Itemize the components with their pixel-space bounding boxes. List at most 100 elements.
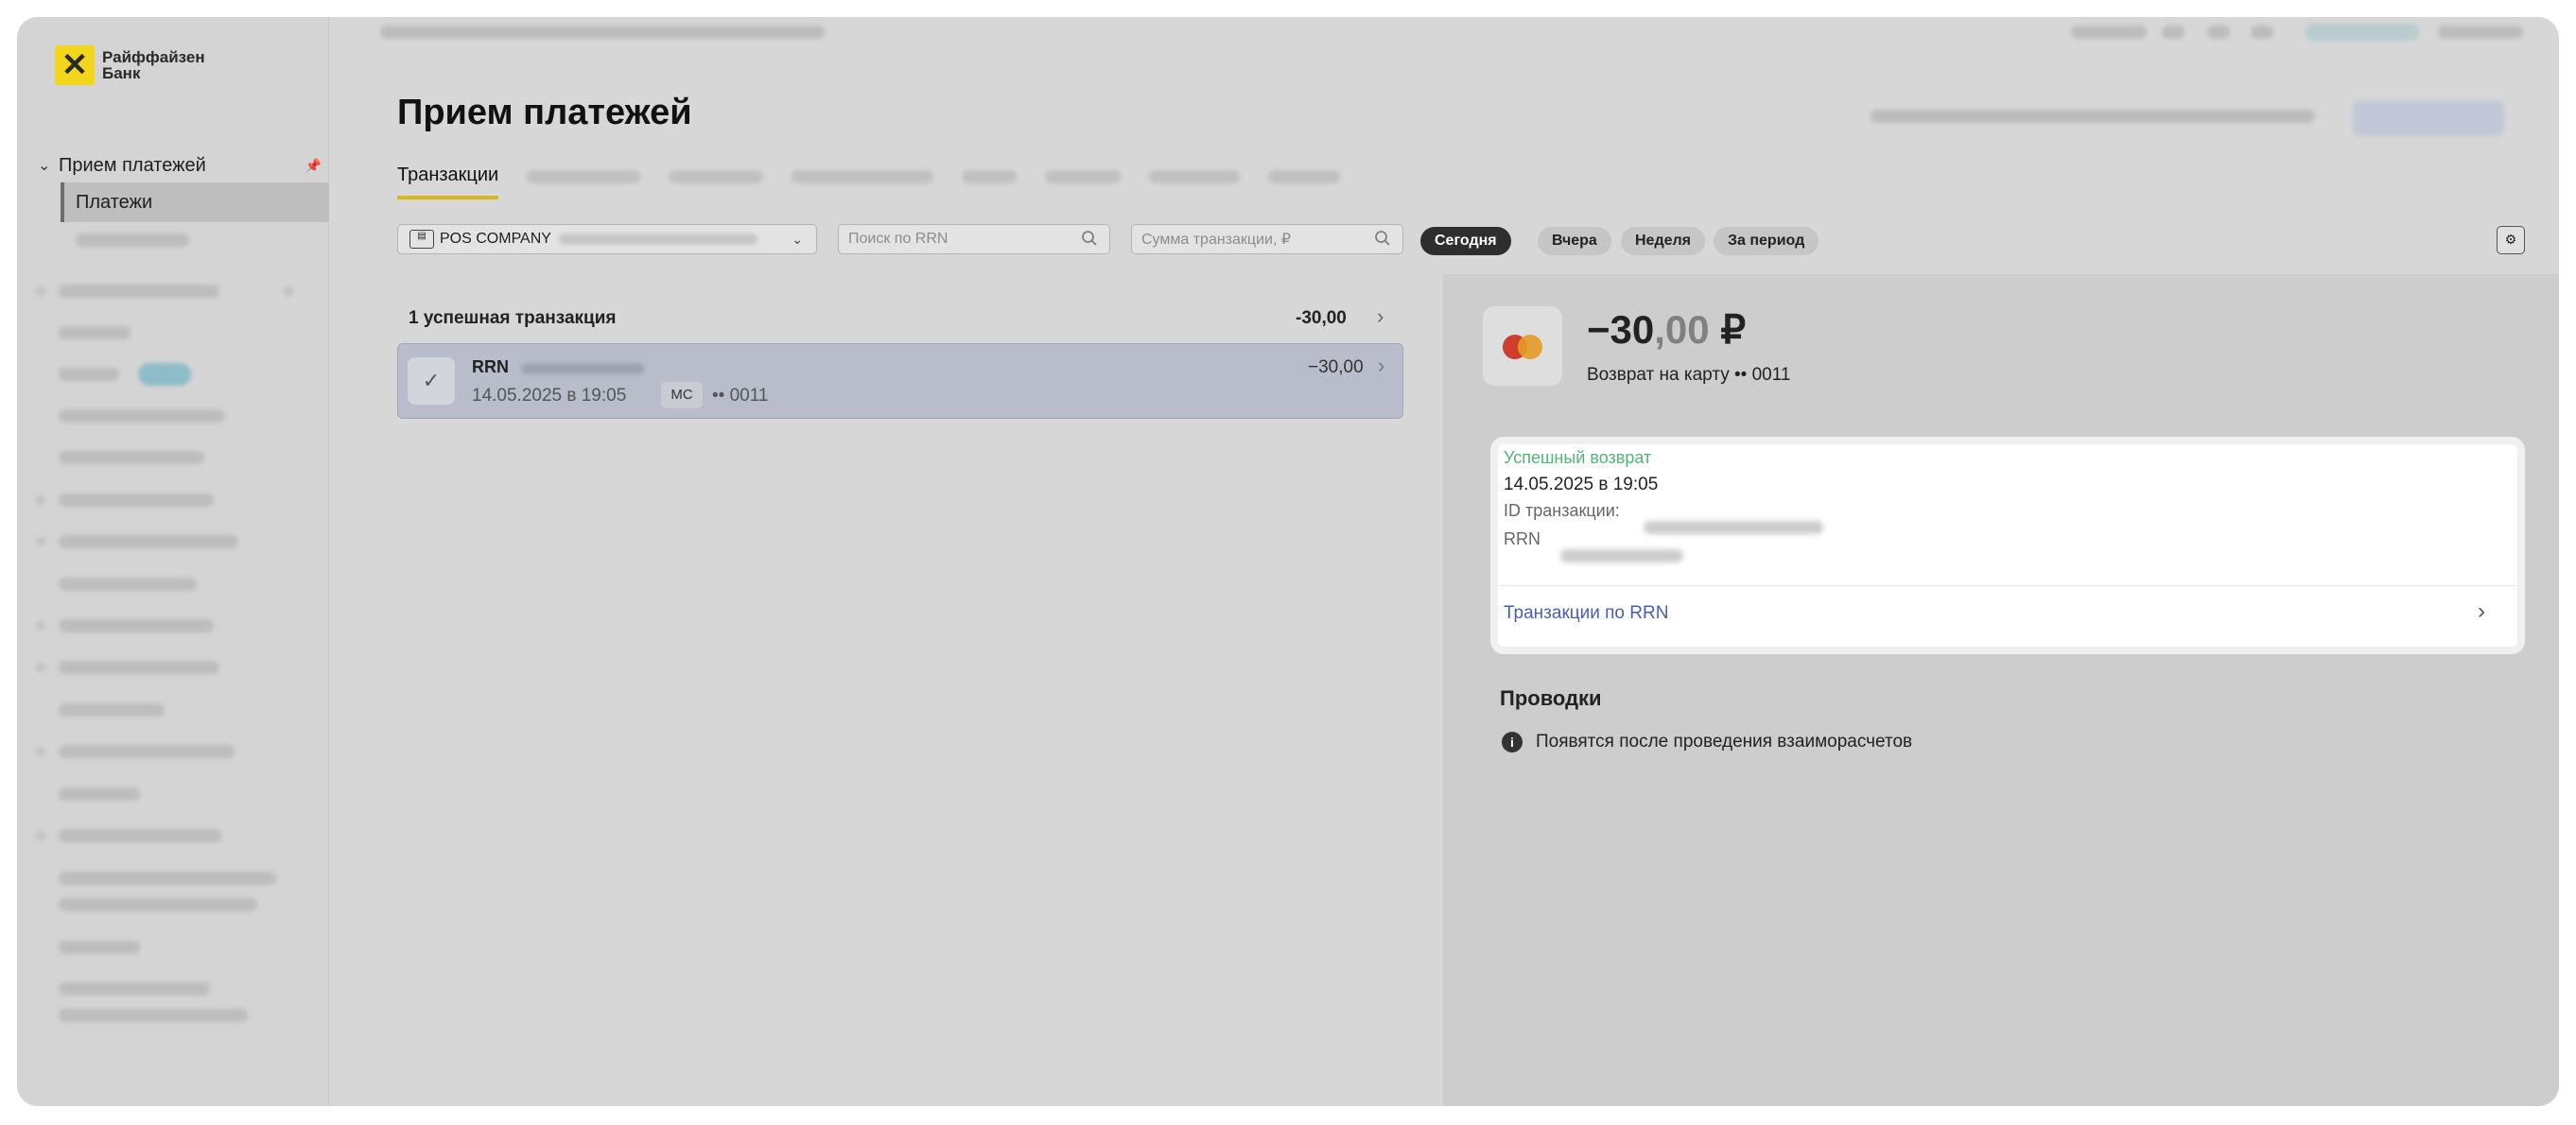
sidebar-item-blurred-chevron — [36, 286, 45, 296]
sidebar: ✕ Райффайзен Банк ⌄ Прием платежей 📌 Пла… — [17, 17, 329, 1106]
chevron-right-icon[interactable]: › — [2478, 598, 2485, 625]
sidebar-item-blurred-chevron — [36, 495, 45, 505]
tab-blurred[interactable] — [1045, 170, 1122, 183]
tab-blurred[interactable] — [962, 170, 1018, 183]
terminal-select-value: POS COMPANY — [440, 231, 551, 247]
filters-bar: ▤ POS COMPANY ⌄ Поиск по RRN Сумма транз… — [397, 224, 2525, 255]
postings-info-text: Появятся после проведения взаиморасчетов — [1536, 732, 1913, 752]
terminal-details-blurred — [558, 234, 757, 245]
user-menu-blurred[interactable] — [2438, 26, 2523, 39]
payment-system-badge: MC — [661, 382, 703, 408]
details-subtitle: Возврат на карту •• 0011 — [1587, 365, 1791, 385]
tab-blurred[interactable] — [1149, 170, 1241, 183]
rrn-search-input[interactable]: Поиск по RRN — [838, 224, 1110, 254]
tab-blurred[interactable] — [527, 170, 641, 183]
details-panel — [1443, 274, 2559, 1106]
sidebar-section-label: Прием платежей — [59, 154, 206, 176]
sidebar-item-blurred[interactable] — [59, 493, 214, 507]
details-rrn-value-blurred — [1560, 549, 1683, 562]
sidebar-item-blurred-chevron — [36, 831, 45, 840]
logo-text: Райффайзен Банк — [102, 48, 205, 82]
tabs: Транзакции — [397, 164, 1341, 199]
sidebar-item-blurred-chevron — [36, 537, 45, 546]
sidebar-section-payments[interactable]: ⌄ Прием платежей 📌 — [38, 151, 322, 180]
divider — [1500, 585, 2515, 586]
chevron-down-icon: ⌄ — [792, 231, 803, 247]
sidebar-item-blurred[interactable] — [59, 619, 214, 632]
details-amount: −30,00 ₽ — [1587, 307, 1747, 352]
breadcrumb-blurred[interactable] — [380, 26, 825, 39]
app-window: ✕ Райффайзен Банк ⌄ Прием платежей 📌 Пла… — [17, 17, 2559, 1106]
tab-blurred[interactable] — [1268, 170, 1341, 183]
sidebar-item-blurred[interactable] — [59, 898, 257, 911]
transactions-summary: 1 успешная транзакция — [409, 308, 617, 328]
postings-title: Проводки — [1500, 686, 1602, 710]
terminal-select[interactable]: ▤ POS COMPANY ⌄ — [397, 224, 817, 254]
transaction-datetime: 14.05.2025 в 19:05 — [472, 386, 627, 406]
tab-blurred[interactable] — [669, 170, 764, 183]
logo[interactable]: ✕ Райффайзен Банк — [55, 45, 205, 85]
sidebar-item-blurred[interactable] — [59, 578, 197, 591]
mastercard-icon-overlap — [1518, 335, 1542, 359]
sidebar-item-payments[interactable]: Платежи — [61, 182, 329, 222]
period-chip-today[interactable]: Сегодня — [1420, 227, 1511, 255]
header-button-blurred[interactable] — [2306, 24, 2419, 41]
sidebar-item-blurred-chevron — [36, 621, 45, 631]
sidebar-item-blurred[interactable] — [59, 285, 219, 298]
filter-settings-button[interactable]: ⚙ — [2497, 226, 2525, 254]
sidebar-item-blurred[interactable] — [76, 234, 189, 247]
sidebar-item-blurred[interactable] — [59, 326, 131, 339]
chevron-down-icon: ⌄ — [38, 158, 51, 174]
transaction-card: •• 0011 — [712, 386, 769, 406]
logo-icon: ✕ — [55, 45, 95, 85]
sidebar-item-blurred[interactable] — [59, 745, 235, 758]
sidebar-item-blurred[interactable] — [59, 703, 165, 717]
details-rrn-label: RRN — [1504, 529, 1540, 548]
sidebar-item-label: Платежи — [76, 191, 153, 213]
amount-search-input[interactable]: Сумма транзакции, ₽ — [1131, 224, 1403, 254]
transactions-by-rrn-link[interactable]: Транзакции по RRN — [1504, 603, 1668, 624]
period-chip-yesterday[interactable]: Вчера — [1538, 227, 1611, 255]
transaction-row[interactable]: ✓ RRN 14.05.2025 в 19:05 MC •• 0011 −30,… — [397, 343, 1403, 419]
search-icon — [1375, 231, 1390, 246]
sidebar-item-blurred[interactable] — [59, 368, 119, 381]
header-icon-blurred[interactable] — [2251, 26, 2273, 39]
details-datetime: 14.05.2025 в 19:05 — [1504, 475, 1659, 494]
sidebar-item-blurred[interactable] — [59, 661, 219, 674]
pin-icon[interactable]: 📌 — [305, 158, 322, 174]
sidebar-item-blurred[interactable] — [59, 409, 225, 423]
sidebar-item-blurred-chevron — [36, 663, 45, 672]
transaction-id-value-blurred — [1644, 521, 1823, 534]
sidebar-item-blurred[interactable] — [59, 535, 238, 548]
transaction-amount: −30,00 — [1308, 357, 1364, 377]
sidebar-item-blurred[interactable] — [59, 1009, 248, 1022]
transactions-summary-amount: -30,00 — [1296, 308, 1347, 328]
check-icon: ✓ — [408, 357, 455, 405]
chevron-right-icon[interactable]: › — [1377, 304, 1384, 329]
page-title: Прием платежей — [397, 93, 692, 132]
header-action-blurred[interactable] — [2071, 26, 2147, 39]
sidebar-badge-blurred — [138, 363, 191, 386]
header-icon-blurred[interactable] — [2162, 26, 2184, 39]
sidebar-item-blurred-pin — [284, 286, 293, 296]
tab-blurred[interactable] — [792, 170, 934, 183]
sidebar-item-blurred[interactable] — [59, 982, 210, 995]
period-chip-week[interactable]: Неделя — [1621, 227, 1706, 255]
info-icon: i — [1502, 732, 1523, 753]
period-chip-custom[interactable]: За период — [1714, 227, 1819, 255]
sidebar-item-blurred[interactable] — [59, 788, 140, 801]
transaction-rrn-value-blurred — [521, 363, 644, 374]
tab-transactions[interactable]: Транзакции — [397, 164, 499, 199]
header-icon-blurred[interactable] — [2207, 26, 2230, 39]
rrn-search-placeholder: Поиск по RRN — [848, 231, 949, 247]
company-selector-blurred[interactable] — [1871, 110, 2315, 123]
sidebar-item-blurred[interactable] — [59, 872, 276, 885]
header-cta-blurred[interactable] — [2353, 100, 2504, 136]
sidebar-item-blurred[interactable] — [59, 829, 221, 842]
sidebar-item-blurred[interactable] — [59, 451, 204, 464]
chevron-right-icon: › — [1378, 354, 1385, 377]
sidebar-item-blurred[interactable] — [59, 941, 140, 954]
sidebar-item-blurred-chevron — [36, 747, 45, 756]
terminal-icon: ▤ — [409, 230, 434, 249]
transaction-id-label: ID транзакции: — [1504, 501, 1620, 520]
